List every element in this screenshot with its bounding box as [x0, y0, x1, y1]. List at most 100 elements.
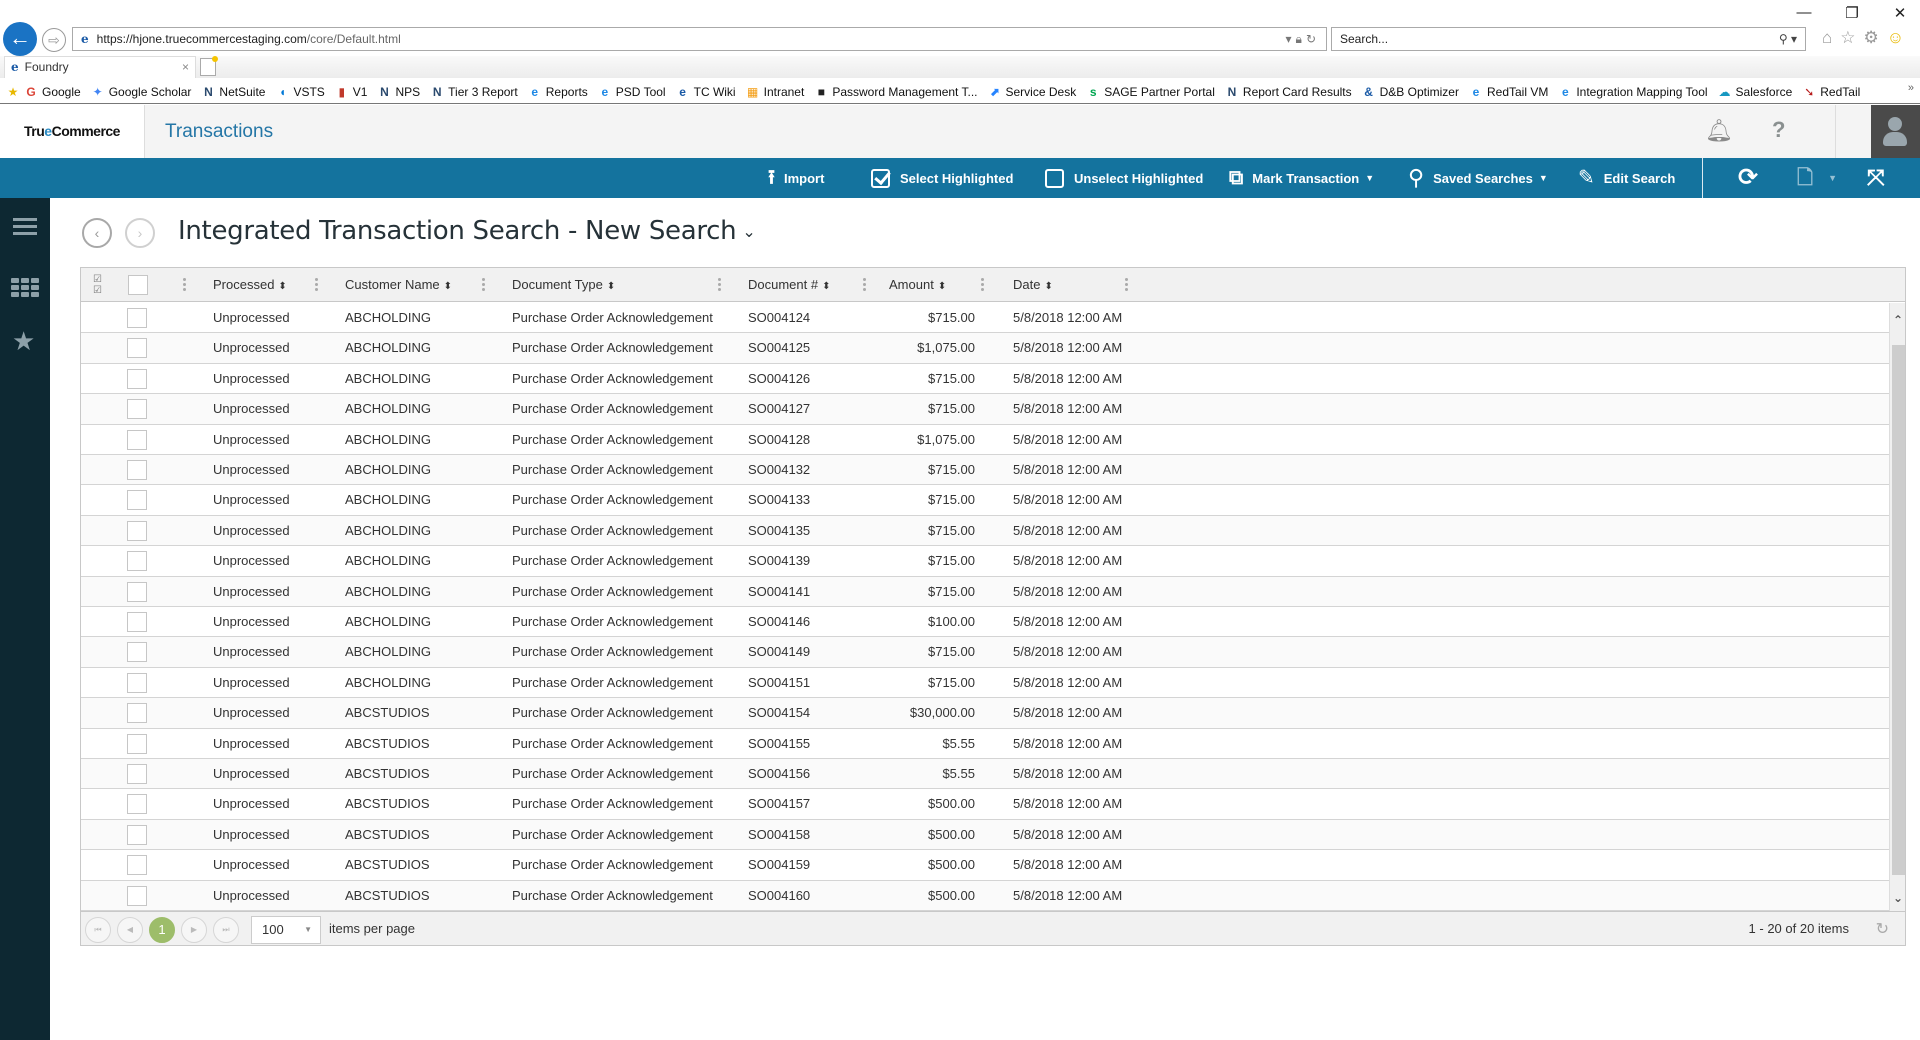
page-size-select[interactable]: 100 ▼: [251, 916, 321, 944]
table-row[interactable]: Unprocessed ABCHOLDING Purchase Order Ackn…: [81, 637, 1889, 668]
history-back-button[interactable]: ‹: [82, 218, 112, 248]
column-menu-icon[interactable]: [718, 278, 722, 292]
feedback-smiley-icon[interactable]: ☺: [1887, 28, 1904, 48]
row-checkbox[interactable]: [127, 855, 147, 876]
sort-icon[interactable]: ⬍: [607, 281, 615, 292]
notifications-bell-icon[interactable]: 🔔︎: [1705, 118, 1733, 144]
column-header-date[interactable]: Date ⬍: [1013, 268, 1053, 302]
table-row[interactable]: Unprocessed ABCHOLDING Purchase Order Ackn…: [81, 607, 1889, 638]
home-icon[interactable]: ⌂: [1822, 28, 1832, 48]
export-document-button[interactable]: 🗋︎ ▼: [1797, 158, 1837, 198]
apps-grid-button[interactable]: [0, 268, 50, 308]
bookmark-item[interactable]: N Report Card Results: [1225, 85, 1352, 99]
column-header-docnum[interactable]: Document # ⬍: [748, 268, 830, 302]
select-highlighted-button[interactable]: Select Highlighted: [871, 158, 1013, 198]
settings-gear-icon[interactable]: ⚙: [1864, 28, 1879, 48]
address-bar[interactable]: e https://hjone.truecommercestaging.com/c…: [72, 27, 1327, 51]
bookmark-item[interactable]: ☁ Salesforce: [1718, 85, 1793, 99]
new-tab-button[interactable]: [200, 56, 218, 76]
row-checkbox[interactable]: [127, 308, 147, 328]
help-icon[interactable]: ?: [1772, 117, 1785, 143]
favorites-button[interactable]: ★: [0, 326, 50, 366]
column-menu-icon[interactable]: [482, 278, 486, 292]
bookmark-item[interactable]: e TC Wiki: [676, 85, 735, 99]
table-row[interactable]: Unprocessed ABCSTUDIOS Purchase Order Ackn…: [81, 698, 1889, 729]
favorites-star-icon[interactable]: ☆: [1840, 28, 1855, 48]
hamburger-menu-button[interactable]: [0, 216, 50, 256]
bookmark-item[interactable]: e Reports: [528, 85, 587, 99]
refresh-button[interactable]: ⟳: [1738, 158, 1767, 198]
select-all-checkbox[interactable]: [128, 275, 148, 295]
bookmark-item[interactable]: e Integration Mapping Tool: [1558, 85, 1708, 99]
row-checkbox[interactable]: [127, 612, 147, 632]
browser-tab[interactable]: e Foundry ×: [4, 56, 196, 78]
search-icon[interactable]: ⚲ ▾: [1779, 28, 1797, 50]
table-row[interactable]: Unprocessed ABCSTUDIOS Purchase Order Ackn…: [81, 729, 1889, 759]
column-header-processed[interactable]: Processed ⬍: [213, 268, 287, 302]
edit-search-button[interactable]: ✎ Edit Search: [1578, 158, 1675, 198]
bookmark-item[interactable]: ⬈ Service Desk: [988, 85, 1076, 99]
add-favorite-star-icon[interactable]: ★: [6, 85, 20, 99]
browser-back-button[interactable]: ←: [3, 22, 37, 56]
table-row[interactable]: Unprocessed ABCHOLDING Purchase Order Ackn…: [81, 668, 1889, 699]
table-row[interactable]: Unprocessed ABCHOLDING Purchase Order Ackn…: [81, 455, 1889, 486]
table-row[interactable]: Unprocessed ABCSTUDIOS Purchase Order Ackn…: [81, 819, 1889, 851]
sort-icon[interactable]: ⬍: [1044, 281, 1052, 292]
history-forward-button[interactable]: ›: [125, 218, 155, 248]
row-checkbox[interactable]: [127, 338, 147, 359]
column-menu-icon[interactable]: [183, 278, 187, 292]
row-checkbox[interactable]: [127, 764, 147, 784]
close-tab-icon[interactable]: ×: [182, 57, 189, 77]
refresh-icon[interactable]: ↻: [1306, 32, 1320, 46]
unselect-highlighted-button[interactable]: Unselect Highlighted: [1045, 158, 1203, 198]
column-header-doctype[interactable]: Document Type ⬍: [512, 268, 615, 302]
sort-icon[interactable]: ⬍: [278, 281, 286, 292]
row-checkbox[interactable]: [127, 733, 147, 754]
table-row[interactable]: Unprocessed ABCHOLDING Purchase Order Ackn…: [81, 364, 1889, 395]
restore-button[interactable]: ❐: [1842, 4, 1862, 22]
chevron-down-icon[interactable]: ⌄: [742, 222, 755, 241]
last-page-button[interactable]: ⏭: [213, 917, 239, 943]
next-page-button[interactable]: ▶: [181, 917, 207, 943]
bookmark-item[interactable]: e PSD Tool: [598, 85, 665, 99]
sort-icon[interactable]: ⬍: [822, 281, 830, 292]
scroll-thumb[interactable]: [1892, 345, 1905, 875]
browser-forward-button[interactable]: ⇨: [42, 28, 66, 52]
first-page-button[interactable]: ⏮: [85, 917, 111, 943]
scroll-up-icon[interactable]: ⌃: [1890, 313, 1906, 329]
table-row[interactable]: Unprocessed ABCSTUDIOS Purchase Order Ackn…: [81, 880, 1889, 911]
column-menu-icon[interactable]: [1125, 278, 1129, 292]
row-checkbox[interactable]: [127, 703, 147, 724]
bookmark-item[interactable]: e RedTail VM: [1469, 85, 1549, 99]
table-row[interactable]: Unprocessed ABCSTUDIOS Purchase Order Ackn…: [81, 759, 1889, 790]
bookmark-item[interactable]: ✦ Google Scholar: [91, 85, 192, 99]
bookmark-item[interactable]: ▦ Intranet: [746, 85, 804, 99]
mark-transaction-button[interactable]: ⧉ Mark Transaction ▼: [1229, 158, 1374, 198]
multi-select-icon[interactable]: ☑ ☑: [93, 274, 105, 296]
minimize-button[interactable]: —: [1794, 4, 1814, 22]
table-row[interactable]: Unprocessed ABCHOLDING Purchase Order Ackn…: [81, 425, 1889, 455]
current-page-button[interactable]: 1: [149, 917, 175, 943]
bookmark-item[interactable]: & D&B Optimizer: [1362, 85, 1459, 99]
fullscreen-button[interactable]: ⤧: [1867, 158, 1894, 198]
bookmark-item[interactable]: ■ Password Management T...: [814, 85, 978, 99]
bookmark-item[interactable]: G Google: [24, 85, 80, 99]
pager-refresh-icon[interactable]: ↻: [1876, 919, 1889, 939]
table-row[interactable]: Unprocessed ABCSTUDIOS Purchase Order Ackn…: [81, 850, 1889, 881]
row-checkbox[interactable]: [127, 429, 147, 450]
browser-search-input[interactable]: Search... ⚲ ▾: [1331, 27, 1806, 51]
row-checkbox[interactable]: [127, 642, 147, 663]
import-button[interactable]: ⭱ Import: [768, 158, 824, 198]
row-checkbox[interactable]: [127, 551, 147, 572]
table-row[interactable]: Unprocessed ABCHOLDING Purchase Order Ackn…: [81, 515, 1889, 547]
close-window-button[interactable]: ✕: [1890, 4, 1910, 22]
dropdown-icon[interactable]: ▾: [1286, 32, 1296, 46]
saved-searches-button[interactable]: ⚲ Saved Searches ▼: [1408, 158, 1548, 198]
row-checkbox[interactable]: [127, 520, 147, 541]
scroll-down-icon[interactable]: ⌄: [1890, 891, 1906, 907]
row-checkbox[interactable]: [127, 672, 147, 693]
bookmark-item[interactable]: ▮ V1: [335, 85, 367, 99]
table-row[interactable]: Unprocessed ABCHOLDING Purchase Order Ackn…: [81, 303, 1889, 334]
page-title[interactable]: Integrated Transaction Search - New Sear…: [178, 216, 756, 246]
row-checkbox[interactable]: [127, 824, 147, 845]
